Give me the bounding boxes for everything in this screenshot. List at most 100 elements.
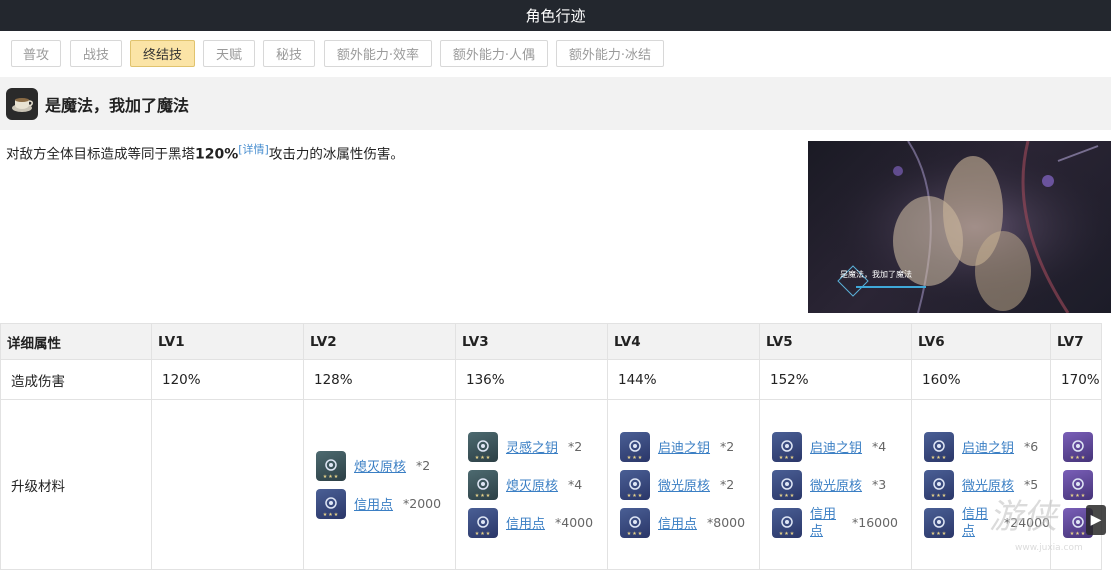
materials-cell bbox=[151, 399, 304, 570]
material-link[interactable]: 信用点 bbox=[658, 513, 697, 532]
watermark-text: 游侠 bbox=[989, 497, 1061, 537]
skill-artwork: 是魔法，我加了魔法 bbox=[808, 141, 1111, 313]
tab-ultimate[interactable]: 终结技 bbox=[130, 40, 195, 67]
material-link[interactable]: 启迪之钥 bbox=[658, 437, 710, 456]
skill-name: 是魔法，我加了魔法 bbox=[45, 96, 190, 115]
tab-bonus-freeze[interactable]: 额外能力·冰结 bbox=[556, 40, 664, 67]
material-item: ★★★ 灵感之钥 *2 bbox=[468, 431, 607, 462]
chevron-right-icon: ▶ bbox=[1090, 512, 1102, 528]
material-item: ★★★ 启迪之钥 *2 bbox=[620, 431, 759, 462]
material-icon[interactable]: ★★★ bbox=[924, 431, 954, 462]
material-quantity: *2000 bbox=[403, 496, 442, 511]
material-item: ★★★ 信用点 *4000 bbox=[468, 507, 607, 538]
material-item: ★★★ 微光原核 *3 bbox=[772, 469, 911, 500]
materials-label: 升级材料 bbox=[0, 399, 152, 570]
description-value: 120% bbox=[195, 146, 239, 163]
material-quantity: *4 bbox=[872, 439, 887, 454]
material-item: ★★★ 信用点 *8000 bbox=[620, 507, 759, 538]
artwork-caption: 是魔法，我加了魔法 bbox=[840, 269, 912, 279]
tab-talent[interactable]: 天赋 bbox=[203, 40, 255, 67]
detail-link[interactable]: [详情] bbox=[238, 143, 269, 156]
material-link[interactable]: 信用点 bbox=[506, 513, 545, 532]
level-header: LV1 bbox=[151, 323, 304, 360]
damage-row: 造成伤害 120% 128% 136% 144% 152% 160% 170% bbox=[0, 359, 1103, 400]
material-link[interactable]: 灵感之钥 bbox=[506, 437, 558, 456]
damage-value: 144% bbox=[607, 359, 760, 400]
damage-value: 136% bbox=[455, 359, 608, 400]
damage-value: 120% bbox=[151, 359, 304, 400]
material-icon[interactable]: ★★★ bbox=[468, 507, 498, 538]
materials-cell: ★★★ 灵感之钥 *2 ★★★ 熄灭原核 *4 ★★★ 信用点 *4000 bbox=[455, 399, 608, 570]
materials-cell: ★★★ 熄灭原核 *2 ★★★ 信用点 *2000 bbox=[303, 399, 456, 570]
material-quantity: *4000 bbox=[555, 515, 594, 530]
material-link[interactable]: 信用点 bbox=[354, 494, 393, 513]
material-quantity: *2 bbox=[416, 458, 431, 473]
level-header: LV6 bbox=[910, 323, 1052, 360]
material-icon[interactable]: ★★★ bbox=[924, 469, 954, 500]
material-icon[interactable]: ★★★ bbox=[468, 431, 498, 462]
material-link[interactable]: 启迪之钥 bbox=[962, 437, 1014, 456]
damage-value: 170% bbox=[1050, 359, 1103, 400]
material-link[interactable]: 微光原核 bbox=[810, 475, 862, 494]
material-item: ★★★ 启迪之钥 *6 bbox=[924, 431, 1050, 462]
material-item: ★★★ 信用点 *16000 bbox=[772, 506, 911, 540]
material-icon[interactable]: ★★★ bbox=[316, 488, 346, 519]
level-header: LV5 bbox=[759, 323, 912, 360]
material-item: ★★★ 微光原核 *2 bbox=[620, 469, 759, 500]
damage-label: 造成伤害 bbox=[0, 359, 152, 400]
description-prefix: 对敌方全体目标造成等同于黑塔 bbox=[6, 146, 195, 163]
material-link[interactable]: 启迪之钥 bbox=[810, 437, 862, 456]
materials-row: 升级材料 ★★★ 熄灭原核 *2 ★★★ 信用点 *2000 ★★★ 灵感之钥 *2 ★★★ 熄灭… bbox=[0, 399, 1103, 570]
material-quantity: *3 bbox=[872, 477, 887, 492]
material-icon[interactable]: ★★★ bbox=[316, 450, 346, 481]
teacup-icon bbox=[6, 88, 38, 120]
description-suffix: 攻击力的冰属性伤害。 bbox=[268, 146, 404, 163]
material-quantity: *8000 bbox=[707, 515, 746, 530]
svg-text:www.juxia.com: www.juxia.com bbox=[1015, 543, 1083, 553]
material-icon[interactable]: ★★★ bbox=[772, 507, 802, 538]
skill-title-bar: 是魔法，我加了魔法 bbox=[0, 77, 1111, 130]
material-quantity: *2 bbox=[720, 477, 735, 492]
material-icon[interactable]: ★★★ bbox=[620, 469, 650, 500]
materials-cell: ★★★ 启迪之钥 *4 ★★★ 微光原核 *3 ★★★ 信用点 *16000 bbox=[759, 399, 912, 570]
skill-tabs: 普攻 战技 终结技 天赋 秘技 额外能力·效率 额外能力·人偶 额外能力·冰结 bbox=[0, 31, 1111, 77]
material-icon[interactable]: ★★★ bbox=[620, 431, 650, 462]
level-header: LV3 bbox=[455, 323, 608, 360]
material-quantity: *2 bbox=[720, 439, 735, 454]
tab-skill[interactable]: 战技 bbox=[70, 40, 122, 67]
material-icon[interactable]: ★★★ bbox=[924, 507, 954, 538]
material-quantity: *4 bbox=[568, 477, 583, 492]
material-link[interactable]: 熄灭原核 bbox=[354, 456, 406, 475]
material-quantity: *6 bbox=[1024, 439, 1039, 454]
skill-level-table: 详细属性 LV1 LV2 LV3 LV4 LV5 LV6 LV7 造成伤害 12… bbox=[0, 323, 1103, 570]
material-link[interactable]: 微光原核 bbox=[658, 475, 710, 494]
material-icon[interactable]: ★★★ bbox=[620, 507, 650, 538]
material-link[interactable]: 熄灭原核 bbox=[506, 475, 558, 494]
material-icon[interactable]: ★★★ bbox=[772, 469, 802, 500]
tab-technique[interactable]: 秘技 bbox=[263, 40, 315, 67]
level-header: LV7 bbox=[1050, 323, 1103, 360]
level-header: LV4 bbox=[607, 323, 760, 360]
damage-value: 160% bbox=[910, 359, 1052, 400]
page-header: 角色行迹 bbox=[0, 0, 1111, 31]
tab-basic-attack[interactable]: 普攻 bbox=[11, 40, 61, 67]
material-icon[interactable]: ★★★ bbox=[1063, 431, 1094, 462]
material-link[interactable]: 信用点 bbox=[810, 506, 842, 540]
damage-value: 128% bbox=[303, 359, 456, 400]
material-item: ★★★ 信用点 *2000 bbox=[316, 488, 455, 519]
next-arrow-button[interactable]: ▶ bbox=[1086, 505, 1106, 535]
tab-bonus-puppet[interactable]: 额外能力·人偶 bbox=[440, 40, 548, 67]
page-title: 角色行迹 bbox=[525, 7, 586, 25]
material-item: ★★★ 熄灭原核 *4 bbox=[468, 469, 607, 500]
damage-value: 152% bbox=[759, 359, 912, 400]
materials-cell: ★★★ 启迪之钥 *2 ★★★ 微光原核 *2 ★★★ 信用点 *8000 bbox=[607, 399, 760, 570]
tab-bonus-efficiency[interactable]: 额外能力·效率 bbox=[324, 40, 432, 67]
material-item: ★★★ bbox=[1063, 431, 1101, 462]
material-icon[interactable]: ★★★ bbox=[468, 469, 498, 500]
level-header: LV2 bbox=[303, 323, 456, 360]
material-quantity: *2 bbox=[568, 439, 583, 454]
material-item: ★★★ 熄灭原核 *2 bbox=[316, 450, 455, 481]
skill-description: 对敌方全体目标造成等同于黑塔120%[详情]攻击力的冰属性伤害。 bbox=[6, 141, 404, 163]
material-icon[interactable]: ★★★ bbox=[772, 431, 802, 462]
material-quantity: *16000 bbox=[852, 515, 899, 530]
